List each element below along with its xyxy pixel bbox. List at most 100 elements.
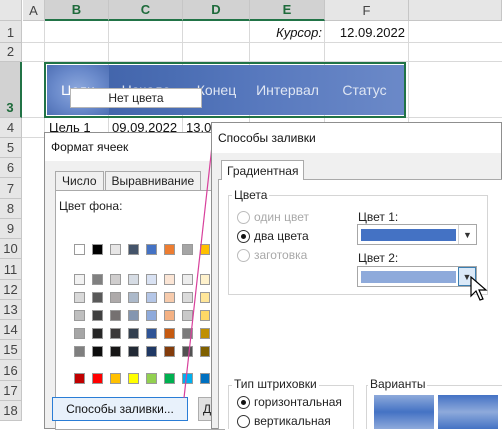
color-swatch[interactable] — [164, 310, 175, 321]
radio-one-color-label: один цвет — [254, 210, 309, 224]
variants-title: Варианты — [368, 377, 428, 391]
color-swatch[interactable] — [74, 328, 85, 339]
color-swatch[interactable] — [146, 274, 157, 285]
color-swatch[interactable] — [128, 292, 139, 303]
color-swatch[interactable] — [110, 310, 121, 321]
column-header-d[interactable]: D — [183, 0, 250, 21]
row-header-9[interactable]: 9 — [0, 219, 22, 239]
color-swatch[interactable] — [92, 274, 103, 285]
color-swatch[interactable] — [92, 328, 103, 339]
radio-preset-label: заготовка — [254, 248, 308, 262]
color-swatch[interactable] — [110, 373, 121, 384]
color1-dropdown[interactable]: ▼ — [357, 224, 477, 245]
color-swatch[interactable] — [146, 373, 157, 384]
background-color-label: Цвет фона: — [59, 199, 123, 213]
radio-two-colors[interactable] — [237, 230, 250, 243]
color-swatch[interactable] — [92, 292, 103, 303]
row-header-10[interactable]: 10 — [0, 239, 22, 259]
cursor-label-cell[interactable]: Курсор: — [250, 22, 322, 42]
color1-label: Цвет 1: — [358, 210, 399, 224]
color-swatch[interactable] — [110, 274, 121, 285]
row-header-16[interactable]: 16 — [0, 360, 22, 381]
no-color-button[interactable]: Нет цвета — [70, 88, 202, 108]
color-swatch[interactable] — [146, 310, 157, 321]
select-all-corner[interactable] — [0, 0, 22, 21]
color-swatch[interactable] — [146, 292, 157, 303]
variant-swatch-2[interactable] — [438, 395, 498, 429]
color-swatch[interactable] — [92, 310, 103, 321]
color-swatch[interactable] — [92, 244, 103, 255]
tab-number[interactable]: Число — [55, 171, 104, 191]
color2-swatch — [361, 271, 456, 283]
color-swatch[interactable] — [128, 328, 139, 339]
color-swatch[interactable] — [74, 244, 85, 255]
gridline — [22, 42, 502, 43]
color-swatch[interactable] — [74, 274, 85, 285]
colors-group-title: Цвета — [232, 188, 270, 202]
color-swatch[interactable] — [128, 346, 139, 357]
color-swatch[interactable] — [128, 310, 139, 321]
column-header-a[interactable]: A — [23, 0, 45, 21]
color-swatch[interactable] — [74, 346, 85, 357]
color-swatch[interactable] — [74, 292, 85, 303]
color-swatch[interactable] — [128, 373, 139, 384]
color-swatch[interactable] — [74, 373, 85, 384]
row-header-4[interactable]: 4 — [0, 118, 22, 138]
row-header-18[interactable]: 18 — [0, 401, 22, 421]
row-header-1[interactable]: 1 — [0, 21, 22, 43]
color-swatch[interactable] — [110, 328, 121, 339]
color-swatch[interactable] — [110, 244, 121, 255]
radio-two-colors-label: два цвета — [254, 229, 309, 243]
column-header-f[interactable]: F — [325, 0, 409, 21]
color-swatch[interactable] — [110, 346, 121, 357]
color-swatch[interactable] — [92, 373, 103, 384]
column-header-e[interactable]: E — [250, 0, 325, 21]
color-swatch[interactable] — [128, 274, 139, 285]
color-swatch[interactable] — [92, 346, 103, 357]
color-swatch[interactable] — [164, 244, 175, 255]
color-swatch[interactable] — [164, 346, 175, 357]
hatch-type-title: Тип штриховки — [232, 377, 319, 391]
color-swatch[interactable] — [146, 346, 157, 357]
row-header-2[interactable]: 2 — [0, 43, 22, 62]
row-header-8[interactable]: 8 — [0, 199, 22, 219]
color2-dropdown[interactable]: ▼ — [357, 266, 477, 287]
color-swatch[interactable] — [164, 292, 175, 303]
row-header-7[interactable]: 7 — [0, 178, 22, 199]
band-cell-status[interactable]: Статус — [325, 65, 404, 115]
radio-hatch-horizontal[interactable] — [237, 396, 250, 409]
row-header-11[interactable]: 11 — [0, 259, 22, 280]
radio-hatch-vertical[interactable] — [237, 415, 250, 428]
row-header-14[interactable]: 14 — [0, 320, 22, 340]
column-header-g[interactable] — [409, 0, 502, 21]
color-swatch[interactable] — [164, 274, 175, 285]
radio-one-color[interactable] — [237, 211, 250, 224]
row-header-12[interactable]: 12 — [0, 280, 22, 300]
fill-effects-button[interactable]: Способы заливки... — [52, 397, 188, 421]
mouse-pointer-icon — [470, 276, 488, 301]
row-header-17[interactable]: 17 — [0, 381, 22, 401]
row-header-6[interactable]: 6 — [0, 158, 22, 178]
column-header-b[interactable]: B — [45, 0, 109, 21]
color-swatch[interactable] — [74, 310, 85, 321]
color-swatch[interactable] — [110, 292, 121, 303]
color-swatch[interactable] — [146, 328, 157, 339]
row-header-3[interactable]: 3 — [0, 62, 22, 118]
tab-gradient[interactable]: Градиентная — [221, 160, 305, 180]
color-swatch[interactable] — [128, 244, 139, 255]
column-header-c[interactable]: C — [109, 0, 183, 21]
variant-swatch-1[interactable] — [374, 395, 434, 429]
hatch-vertical-label: вертикальная — [254, 414, 331, 428]
band-cell-interval[interactable]: Интервал — [250, 65, 325, 115]
cursor-date-cell[interactable]: 12.09.2022 — [325, 22, 405, 42]
row-header-15[interactable]: 15 — [0, 340, 22, 360]
chevron-down-icon[interactable]: ▼ — [458, 225, 476, 244]
row-header-13[interactable]: 13 — [0, 300, 22, 320]
color-swatch[interactable] — [164, 373, 175, 384]
color-swatch[interactable] — [146, 244, 157, 255]
color1-swatch — [361, 229, 456, 241]
hatch-horizontal-label: горизонтальная — [254, 395, 342, 409]
color-swatch[interactable] — [164, 328, 175, 339]
radio-preset[interactable] — [237, 249, 250, 262]
row-header-5[interactable]: 5 — [0, 138, 22, 158]
